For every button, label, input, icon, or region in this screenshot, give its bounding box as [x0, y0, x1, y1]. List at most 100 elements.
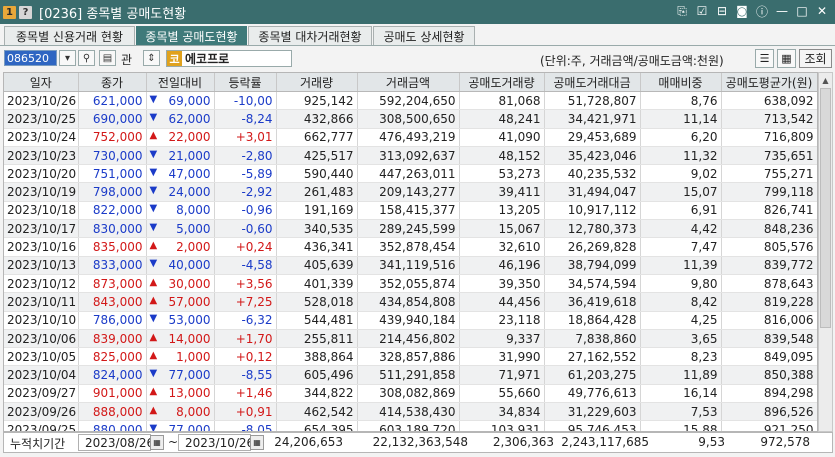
- cell-change: ▼ 77,000: [146, 365, 215, 385]
- camera-icon[interactable]: ◙: [735, 4, 749, 18]
- table-row[interactable]: 2023/09/25 880,000 ▼ 77,000 -8,05 654,395 603,…: [4, 420, 817, 431]
- cell-date: 2023/10/19: [4, 182, 79, 202]
- start-date-input[interactable]: 2023/08/26: [78, 434, 154, 451]
- header-short-avg[interactable]: 공매도평균가(원): [721, 73, 817, 92]
- cell-close: 786,000: [78, 311, 147, 330]
- tab-lending[interactable]: 종목별 대차거래현황: [248, 26, 372, 45]
- stock-list-icon[interactable]: ▤: [99, 50, 116, 66]
- footer-label: 누적치기간: [10, 437, 66, 451]
- cell-ratio: 6,91: [640, 201, 722, 221]
- cell-volume: 654,395: [276, 420, 358, 431]
- cell-rate: -6,32: [214, 311, 277, 330]
- cell-short-avg: 839,772: [721, 256, 817, 275]
- down-arrow-icon: ▼: [149, 111, 158, 123]
- cell-ratio: 4,25: [640, 311, 722, 330]
- cell-volume: 340,535: [276, 219, 358, 239]
- cell-change: ▼ 5,000: [146, 219, 215, 239]
- down-arrow-icon: ▼: [149, 368, 158, 380]
- cell-amount: 439,940,184: [357, 311, 460, 330]
- table-row[interactable]: 2023/10/24 752,000 ▲ 22,000 +3,01 662,777 476,…: [4, 128, 817, 147]
- scroll-thumb[interactable]: [820, 88, 831, 328]
- stock-code-input[interactable]: [4, 50, 57, 66]
- table-row[interactable]: 2023/10/25 690,000 ▼ 62,000 -8,24 432,866 308,…: [4, 109, 817, 129]
- close-icon[interactable]: ✕: [815, 4, 829, 18]
- search-icon[interactable]: ⚲: [78, 50, 95, 66]
- info-icon[interactable]: ⓘ: [755, 4, 769, 19]
- header-amount[interactable]: 거래금액: [357, 73, 460, 92]
- maximize-icon[interactable]: □: [795, 4, 809, 18]
- cell-volume: 432,866: [276, 109, 358, 129]
- cell-short-avg: 896,526: [721, 402, 817, 422]
- table-row[interactable]: 2023/10/13 833,000 ▼ 40,000 -4,58 405,639 341,…: [4, 256, 817, 275]
- change-value: 57,000: [168, 294, 211, 309]
- cell-rate: +0,24: [214, 237, 277, 257]
- up-arrow-icon: ▲: [149, 404, 158, 416]
- header-date[interactable]: 일자: [4, 73, 79, 92]
- dropdown-icon[interactable]: ▾: [59, 50, 76, 66]
- change-value: 8,000: [176, 404, 211, 419]
- memo-icon[interactable]: ☑: [695, 4, 709, 18]
- table-row[interactable]: 2023/10/04 824,000 ▼ 77,000 -8,55 605,496 511,…: [4, 365, 817, 385]
- header-change[interactable]: 전일대비: [146, 73, 215, 92]
- up-down-icon[interactable]: ⇕: [143, 50, 160, 66]
- table-row[interactable]: 2023/10/12 873,000 ▲ 30,000 +3,56 401,339 352,…: [4, 274, 817, 294]
- header-volume[interactable]: 거래량: [276, 73, 358, 92]
- cell-short-amount: 34,574,594: [544, 274, 641, 294]
- table-row[interactable]: 2023/10/19 798,000 ▼ 24,000 -2,92 261,483 209,…: [4, 182, 817, 202]
- tab-credit-trading[interactable]: 종목별 신용거래 현황: [4, 26, 135, 45]
- header-ratio[interactable]: 매매비중: [640, 73, 722, 92]
- header-rate[interactable]: 등락률: [214, 73, 277, 92]
- table-row[interactable]: 2023/09/26 888,000 ▲ 8,000 +0,91 462,542 414,5…: [4, 402, 817, 422]
- change-value: 62,000: [168, 111, 211, 126]
- table-row[interactable]: 2023/10/23 730,000 ▼ 21,000 -2,80 425,517 313,…: [4, 146, 817, 166]
- end-date-input[interactable]: 2023/10/26: [178, 434, 254, 451]
- calendar-icon[interactable]: ▦: [250, 435, 264, 450]
- cell-short-amount: 31,494,047: [544, 182, 641, 202]
- help-icon[interactable]: ?: [19, 5, 32, 19]
- header-short-amount[interactable]: 공매도거래대금: [544, 73, 641, 92]
- minimize-icon[interactable]: —: [775, 4, 789, 18]
- cell-volume: 261,483: [276, 182, 358, 202]
- change-value: 47,000: [168, 166, 211, 181]
- cell-change: ▼ 40,000: [146, 256, 215, 275]
- settings-icon[interactable]: ⊟: [715, 4, 729, 18]
- table-row[interactable]: 2023/10/26 621,000 ▼ 69,000 -10,00 925,142 592…: [4, 91, 817, 111]
- table-row[interactable]: 2023/10/11 843,000 ▲ 57,000 +7,25 528,018 434,…: [4, 292, 817, 312]
- cell-short-avg: 638,092: [721, 91, 817, 111]
- table-row[interactable]: 2023/10/18 822,000 ▼ 8,000 -0,96 191,169 158,4…: [4, 201, 817, 221]
- cell-close: 888,000: [78, 402, 147, 422]
- calendar-icon[interactable]: ▦: [150, 435, 164, 450]
- header-short-volume[interactable]: 공매도거래량: [459, 73, 545, 92]
- cell-short-volume: 55,660: [459, 384, 545, 404]
- cell-ratio: 7,53: [640, 402, 722, 422]
- cell-close: 824,000: [78, 365, 147, 385]
- down-arrow-icon: ▼: [149, 203, 158, 215]
- cell-close: 901,000: [78, 384, 147, 404]
- cell-date: 2023/10/20: [4, 164, 79, 184]
- query-button[interactable]: 조회: [799, 49, 832, 68]
- cell-amount: 447,263,011: [357, 164, 460, 184]
- table-row[interactable]: 2023/10/17 830,000 ▼ 5,000 -0,60 340,535 289,2…: [4, 219, 817, 239]
- tab-short-detail[interactable]: 공매도 상세현황: [373, 26, 475, 45]
- table-row[interactable]: 2023/10/16 835,000 ▲ 2,000 +0,24 436,341 352,8…: [4, 237, 817, 257]
- table-row[interactable]: 2023/10/06 839,000 ▲ 14,000 +1,70 255,811 214,…: [4, 329, 817, 349]
- header-close[interactable]: 종가: [78, 73, 147, 92]
- tab-short-selling[interactable]: 종목별 공매도현황: [136, 26, 247, 45]
- excel-export-icon[interactable]: ▦: [777, 49, 796, 68]
- cell-close: 690,000: [78, 109, 147, 129]
- table-view-icon[interactable]: ☰: [755, 49, 774, 68]
- vertical-scrollbar[interactable]: ▲: [818, 72, 833, 432]
- table-row[interactable]: 2023/10/05 825,000 ▲ 1,000 +0,12 388,864 328,8…: [4, 347, 817, 367]
- cell-amount: 476,493,219: [357, 128, 460, 147]
- interest-label[interactable]: 관: [121, 51, 132, 68]
- cell-volume: 528,018: [276, 292, 358, 312]
- cell-amount: 341,119,516: [357, 256, 460, 275]
- cell-date: 2023/10/13: [4, 256, 79, 275]
- cell-rate: -4,58: [214, 256, 277, 275]
- table-row[interactable]: 2023/09/27 901,000 ▲ 13,000 +1,46 344,822 308,…: [4, 384, 817, 404]
- scroll-up-icon[interactable]: ▲: [819, 73, 832, 87]
- screen-number-badge[interactable]: 1: [3, 5, 16, 19]
- table-row[interactable]: 2023/10/10 786,000 ▼ 53,000 -6,32 544,481 439,…: [4, 311, 817, 330]
- table-row[interactable]: 2023/10/20 751,000 ▼ 47,000 -5,89 590,440 447,…: [4, 164, 817, 184]
- link-icon[interactable]: ⎘: [675, 4, 689, 18]
